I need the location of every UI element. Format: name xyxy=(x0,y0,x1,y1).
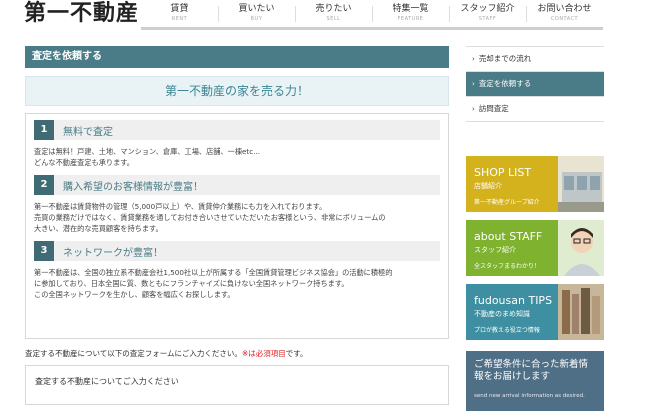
global-nav: 賃貸 RENT 買いたい BUY 売りたい SELL 特集一覧 FEATURE … xyxy=(141,0,603,30)
site-logo[interactable]: 第一不動産 xyxy=(24,0,139,27)
banner-title: SHOP LIST xyxy=(474,166,532,179)
site-header: 第一不動産 賃貸 RENT 買いたい BUY 売りたい SELL 特集一覧 FE… xyxy=(0,0,650,30)
nav-label: スタッフ紹介 xyxy=(460,4,515,14)
nav-label: 買いたい xyxy=(238,4,275,14)
nav-label: お問い合わせ xyxy=(537,4,592,14)
section-number: 3 xyxy=(34,241,54,261)
sidebar-item-label: 訪問査定 xyxy=(478,104,509,113)
section-title: ネットワークが豊富！ xyxy=(63,247,163,259)
nav-rent[interactable]: 賃貸 RENT xyxy=(141,0,218,30)
features-box: 1 無料で査定 査定は無料！戸建、土地、マンション、倉庫、工場、店舗、一棟etc… xyxy=(25,113,449,339)
section-number: 2 xyxy=(34,175,54,195)
appraisal-form: 査定する不動産についてご入力ください xyxy=(25,365,449,405)
chevron-right-icon: › xyxy=(472,55,475,63)
nav-label: 特集一覧 xyxy=(392,4,429,14)
nav-label: 賃貸 xyxy=(170,4,189,14)
sidebar-item-visit-appraisal[interactable]: › 訪問査定 xyxy=(466,97,604,122)
nav-sublabel: FEATURE xyxy=(397,16,424,22)
banner-about-staff[interactable]: about STAFF スタッフ紹介 全スタッフまるわかり！ xyxy=(466,220,604,276)
required-note: ※は必須項目 xyxy=(241,349,286,358)
hero-heading: 第一不動産の家を売る力！ xyxy=(25,76,449,106)
nav-sublabel: SELL xyxy=(326,16,341,22)
section-heading-3: 3 ネットワークが豊富！ xyxy=(34,241,440,261)
banner-caption: プロが教える役立つ情報 xyxy=(474,327,540,334)
section-body: 第一不動産は、全国の独立系不動産会社1,500社以上が所属する「全国賃貸管理ビジ… xyxy=(34,268,393,299)
banner-subtitle: 不動産のまめ知識 xyxy=(474,310,530,318)
section-heading-1: 1 無料で査定 xyxy=(34,120,440,140)
sidebar-menu: › 売却までの流れ › 査定を依頼する › 訪問査定 xyxy=(466,46,604,122)
chevron-right-icon: › xyxy=(472,105,475,113)
form-heading: 査定する不動産についてご入力ください xyxy=(35,377,179,386)
nav-sublabel: CONTACT xyxy=(550,16,579,22)
banner-shop-list[interactable]: SHOP LIST 店舗紹介 第一不動産グループ紹介 xyxy=(466,156,604,212)
nav-staff[interactable]: スタッフ紹介 STAFF xyxy=(449,0,526,30)
banner-caption: 全スタッフまるわかり！ xyxy=(474,263,541,270)
nav-sublabel: STAFF xyxy=(478,16,497,22)
banner-title: about STAFF xyxy=(474,230,543,243)
sidebar: › 売却までの流れ › 査定を依頼する › 訪問査定 SHOP LIST 店舗紹介 第… xyxy=(466,46,604,411)
nav-sublabel: BUY xyxy=(250,16,263,22)
banner-fudousan-tips[interactable]: fudousan TIPS 不動産のまめ知識 プロが教える役立つ情報 xyxy=(466,284,604,340)
main-content: 査定を依頼する 第一不動産の家を売る力！ 1 無料で査定 査定は無料！戸建、土地… xyxy=(25,46,449,339)
section-body: 査定は無料！戸建、土地、マンション、倉庫、工場、店舗、一棟etc... どんな不… xyxy=(34,147,261,167)
page-title: 査定を依頼する xyxy=(25,46,449,68)
staff-photo xyxy=(558,220,604,276)
instruction-text: 査定する不動産について以下の査定フォームにご入力ください。 xyxy=(25,349,242,358)
sidebar-item-label: 売却までの流れ xyxy=(478,54,532,63)
nav-sell[interactable]: 売りたい SELL xyxy=(295,0,372,30)
nav-buy[interactable]: 買いたい BUY xyxy=(218,0,295,30)
section-title: 購入希望のお客様情報が豊富！ xyxy=(63,181,203,193)
banner-subtitle: スタッフ紹介 xyxy=(474,246,516,254)
nav-contact[interactable]: お問い合わせ CONTACT xyxy=(526,0,603,30)
banner-caption: 第一不動産グループ紹介 xyxy=(474,199,540,206)
form-instructions: 査定する不動産について以下の査定フォームにご入力ください。※は必須項目です。 xyxy=(25,348,307,359)
books-image xyxy=(558,284,604,340)
banner-title: ご希望条件に合った新着情報をお届けします xyxy=(474,359,589,382)
storefront-image xyxy=(558,156,604,212)
chevron-right-icon: › xyxy=(472,80,475,88)
sidebar-item-request-appraisal[interactable]: › 査定を依頼する xyxy=(466,72,604,97)
section-number: 1 xyxy=(34,120,54,140)
section-title: 無料で査定 xyxy=(63,126,113,138)
nav-label: 売りたい xyxy=(315,4,352,14)
nav-sublabel: RENT xyxy=(171,16,188,22)
banner-title: fudousan TIPS xyxy=(474,294,553,307)
banner-caption: send new arrival information as desired. xyxy=(474,393,585,399)
instruction-end: です。 xyxy=(285,349,308,358)
sidebar-item-label: 査定を依頼する xyxy=(478,79,532,88)
nav-feature[interactable]: 特集一覧 FEATURE xyxy=(372,0,449,30)
section-body: 第一不動産は賃貸物件の管理（5,000戸以上）や、賃貸仲介業務にも力を入れており… xyxy=(34,202,386,233)
sidebar-item-sale-flow[interactable]: › 売却までの流れ xyxy=(466,47,604,72)
banner-subtitle: 店舗紹介 xyxy=(474,182,502,190)
section-heading-2: 2 購入希望のお客様情報が豊富！ xyxy=(34,175,440,195)
banner-new-arrivals[interactable]: ご希望条件に合った新着情報をお届けします send new arrival in… xyxy=(466,351,604,411)
